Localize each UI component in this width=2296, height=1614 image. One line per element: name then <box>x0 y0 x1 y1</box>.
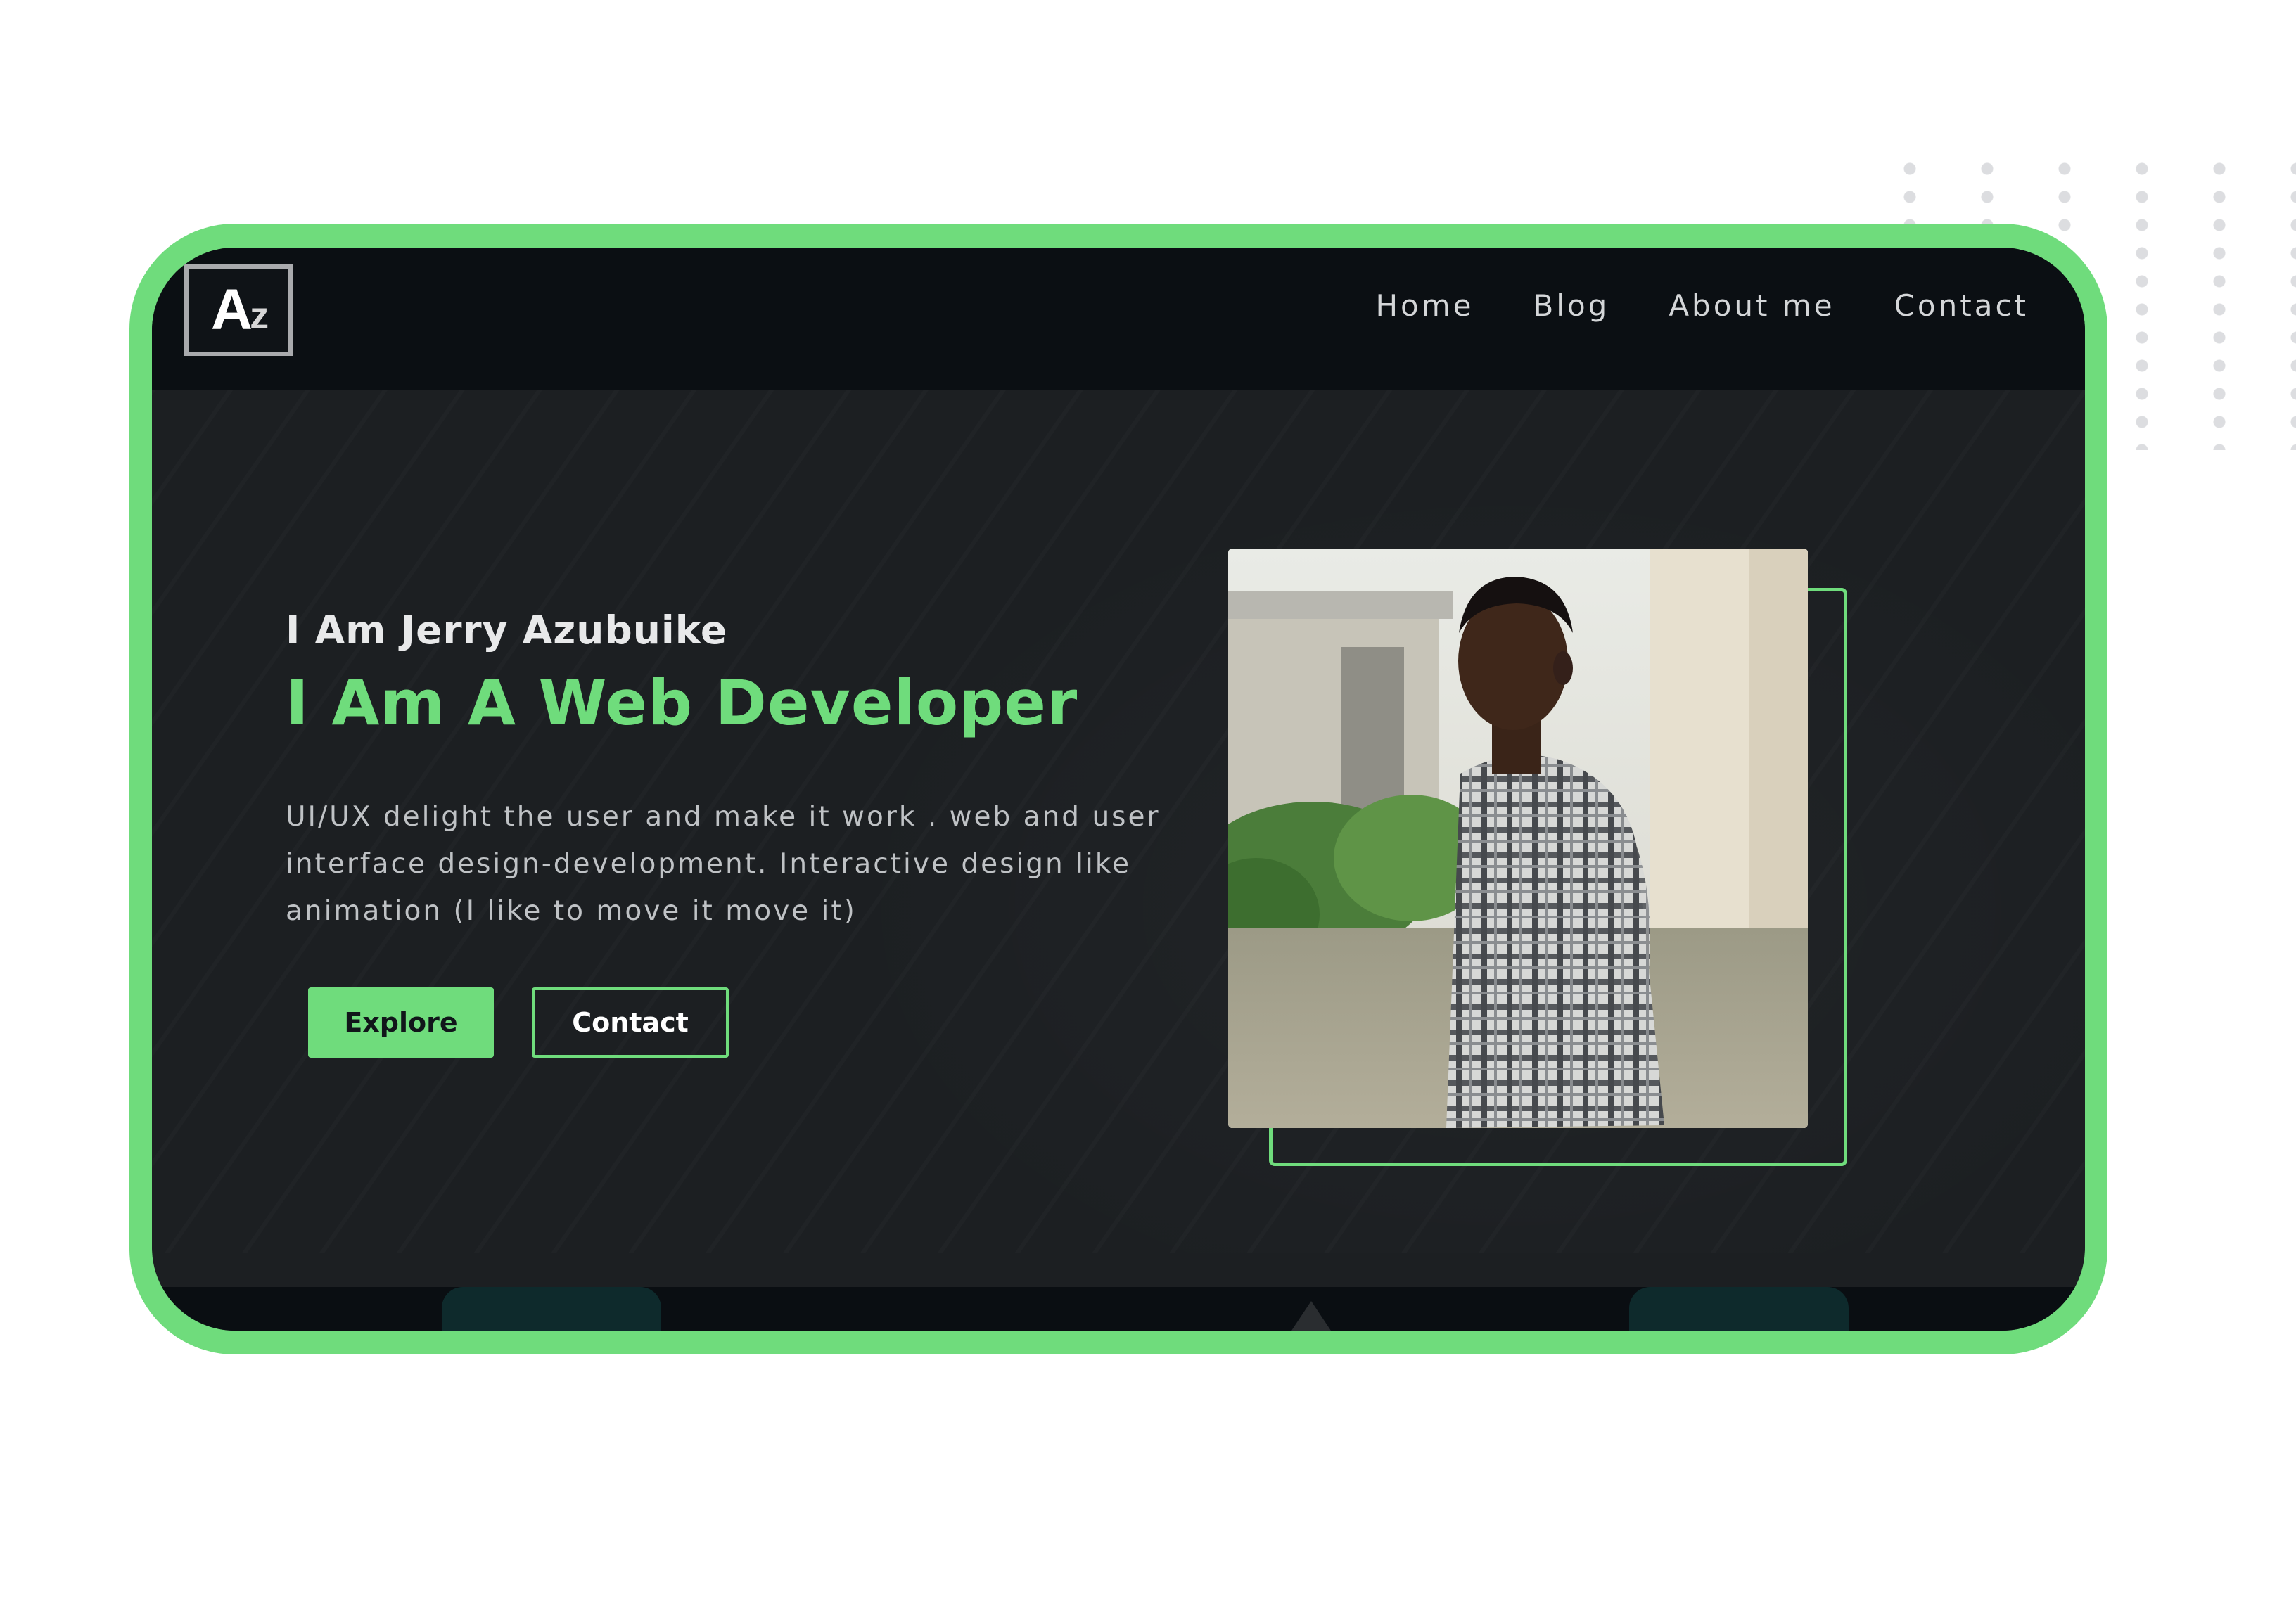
website-screen: Az Home Blog About me Contact I Am Jerry… <box>152 248 2085 1331</box>
nav-link-about[interactable]: About me <box>1669 288 1835 323</box>
site-logo[interactable]: Az <box>184 264 293 356</box>
next-section-preview <box>152 1287 2085 1331</box>
scroll-indicator-icon <box>1292 1301 1331 1331</box>
contact-button[interactable]: Contact <box>532 987 729 1058</box>
explore-button[interactable]: Explore <box>308 987 494 1058</box>
profile-photo <box>1228 549 1808 1128</box>
device-frame: Az Home Blog About me Contact I Am Jerry… <box>129 224 2107 1354</box>
logo-letter-z: z <box>250 295 269 337</box>
hero-description: UI/UX delight the user and make it work … <box>286 801 1161 927</box>
nav-link-home[interactable]: Home <box>1375 288 1474 323</box>
nav-link-blog[interactable]: Blog <box>1533 288 1609 323</box>
nav-menu: Home Blog About me Contact <box>1375 288 2029 323</box>
decorative-glow-left <box>442 1287 661 1331</box>
nav-link-contact[interactable]: Contact <box>1894 288 2029 323</box>
hero-title: I Am A Web Developer <box>286 667 1078 739</box>
top-navbar: Az Home Blog About me Contact <box>152 248 2085 390</box>
logo-letter-a: A <box>210 278 253 342</box>
hero-intro: I Am Jerry Azubuike <box>286 608 728 653</box>
profile-photo-illustration <box>1228 549 1808 1128</box>
decorative-glow-right <box>1629 1287 1849 1331</box>
